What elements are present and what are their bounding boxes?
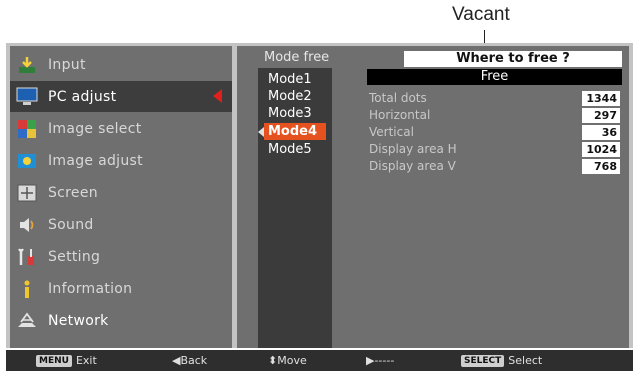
mode-item-label: Mode4: [268, 124, 318, 139]
main-menu: Input PC adjust Image select Image adjus…: [10, 46, 232, 348]
menu-item-label: Information: [48, 280, 133, 297]
info-row-display-area-h: Display area H 1024: [367, 141, 622, 158]
mode-item-selected[interactable]: Mode4: [258, 123, 326, 140]
setting-icon: [16, 246, 38, 268]
mode-item[interactable]: Mode2: [264, 88, 326, 105]
menu-item-label: Sound: [48, 216, 94, 233]
pc-adjust-icon: [16, 86, 38, 108]
footer-exit-label: Exit: [75, 354, 97, 367]
menu-item-input[interactable]: Input: [10, 49, 232, 80]
menu-item-label: Screen: [48, 184, 98, 201]
row-value: 36: [582, 125, 620, 140]
input-icon: [16, 54, 38, 76]
row-value: 1344: [582, 91, 620, 106]
footer-help-bar: MENU Exit ◀Back ⬍Move ▶----- SELECT Sele…: [6, 350, 633, 371]
free-button[interactable]: Free: [367, 69, 622, 85]
mode-free-panel: Mode free Where to free ? Free Mode1 Mod…: [237, 46, 629, 348]
menu-item-sound[interactable]: Sound: [10, 209, 232, 240]
menu-item-label: PC adjust: [48, 88, 117, 105]
footer-exit: MENU Exit: [36, 353, 97, 368]
image-select-icon: [16, 118, 38, 140]
menu-item-label: Image select: [48, 120, 142, 137]
mode-item[interactable]: Mode3: [264, 105, 326, 122]
menu-item-label: Input: [48, 56, 86, 73]
select-key-icon: SELECT: [461, 354, 505, 367]
menu-item-label: Setting: [48, 248, 101, 265]
footer-back: ◀Back: [172, 354, 208, 367]
info-row-display-area-v: Display area V 768: [367, 158, 622, 175]
row-label: Total dots: [369, 91, 427, 105]
footer-select-label: Select: [508, 354, 543, 367]
image-adjust-icon: [16, 150, 38, 172]
row-label: Horizontal: [369, 108, 431, 122]
screen-icon: [16, 182, 38, 204]
mode-list: Mode1 Mode2 Mode3 Mode4 Mode5: [258, 68, 332, 348]
info-row-total-dots: Total dots 1344: [367, 90, 622, 107]
info-row-horizontal: Horizontal 297: [367, 107, 622, 124]
mode-pointer-icon: [258, 127, 264, 137]
menu-item-label: Image adjust: [48, 152, 143, 169]
menu-item-label: Network: [48, 312, 109, 329]
mode-item[interactable]: Mode1: [264, 71, 326, 88]
footer-select: SELECT Select: [461, 353, 542, 368]
menu-item-network[interactable]: Network: [10, 305, 232, 336]
row-label: Display area H: [369, 142, 457, 156]
menu-item-image-adjust[interactable]: Image adjust: [10, 145, 232, 176]
menu-item-screen[interactable]: Screen: [10, 177, 232, 208]
info-row-vertical: Vertical 36: [367, 124, 622, 141]
selected-arrow-icon: [213, 89, 222, 103]
row-label: Display area V: [369, 159, 456, 173]
menu-item-information[interactable]: Information: [10, 273, 232, 304]
row-label: Vertical: [369, 125, 414, 139]
where-to-free-box: Where to free ?: [404, 51, 622, 67]
menu-item-pc-adjust[interactable]: PC adjust: [10, 81, 232, 112]
mode-item[interactable]: Mode5: [264, 141, 326, 158]
information-icon: [16, 278, 38, 300]
menu-item-setting[interactable]: Setting: [10, 241, 232, 272]
row-value: 768: [582, 159, 620, 174]
row-value: 1024: [582, 142, 620, 157]
panel-heading: Mode free: [264, 50, 330, 65]
menu-key-icon: MENU: [36, 354, 72, 367]
callout-vacant-label: Vacant: [452, 4, 510, 25]
menu-item-image-select[interactable]: Image select: [10, 113, 232, 144]
network-icon: [16, 310, 38, 332]
osd-screen: Input PC adjust Image select Image adjus…: [6, 43, 633, 348]
sound-icon: [16, 214, 38, 236]
footer-dashes: ▶-----: [366, 354, 395, 367]
row-value: 297: [582, 108, 620, 123]
footer-move: ⬍Move: [268, 354, 307, 367]
